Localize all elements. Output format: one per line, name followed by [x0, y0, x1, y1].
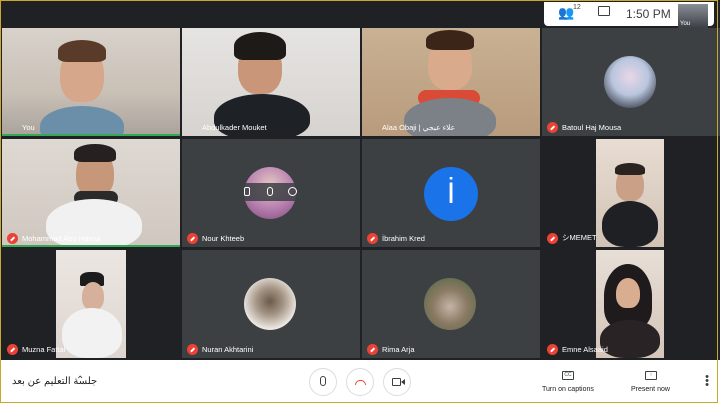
participants-count: 12: [573, 4, 581, 11]
person-hair: [426, 30, 474, 50]
participant-name: İbrahim Kred: [382, 234, 425, 243]
participant-name: Alaa Obaji | علاء عبجي: [382, 123, 456, 132]
captions-icon[interactable]: CC: [562, 371, 574, 380]
person-silhouette: [82, 282, 104, 310]
initial-avatar: İ: [424, 167, 478, 221]
mic-muted-icon: [547, 233, 558, 244]
camera-button[interactable]: [383, 368, 411, 396]
person-shirt: [62, 308, 122, 358]
self-label: You: [680, 21, 691, 27]
person-hair: [58, 40, 106, 62]
remove-icon[interactable]: [288, 187, 297, 196]
participant-tile[interactable]: You: [2, 28, 180, 136]
person-shirt: [600, 320, 660, 358]
audio-indicator: [7, 127, 19, 130]
chat-icon[interactable]: [598, 6, 610, 16]
participant-name: Rima Arja: [382, 345, 415, 354]
audio-indicator: [367, 127, 379, 130]
participant-name: Muzna Fattal: [22, 345, 66, 354]
camera-lens: [401, 379, 405, 385]
participant-tile[interactable]: シMEMET: [542, 139, 720, 247]
present-icon[interactable]: ↑: [645, 371, 657, 380]
person-silhouette: [616, 278, 640, 308]
participant-name: Batoul Haj Mousa: [562, 123, 622, 132]
participant-name: Nour Khteeb: [202, 234, 245, 243]
participant-tile[interactable]: Rima Arja: [362, 250, 540, 358]
mic-muted-icon: [187, 233, 198, 244]
participant-name: Abdulkader Mouket: [202, 123, 267, 132]
camera-icon: [392, 378, 401, 386]
profile-avatar: [604, 56, 656, 108]
avatar-initial: İ: [446, 177, 456, 210]
profile-avatar: [424, 278, 476, 330]
people-icon[interactable]: 👥: [558, 5, 574, 21]
end-call-icon: [355, 380, 366, 385]
pin-icon[interactable]: [244, 187, 250, 196]
participant-tile[interactable]: İ İbrahim Kred: [362, 139, 540, 247]
mic-button[interactable]: [309, 368, 337, 396]
person-hair: [74, 144, 116, 162]
captions-button[interactable]: Turn on captions: [542, 386, 594, 393]
speaking-indicator: [2, 245, 180, 247]
participant-name: Emne Alsaaid: [562, 345, 608, 354]
participant-tile[interactable]: Muzna Fattal: [2, 250, 180, 358]
mic-muted-icon: [7, 344, 18, 355]
person-hair: [234, 32, 286, 60]
top-controls: 👥 12 1:50 PM You: [544, 2, 714, 28]
participant-tile[interactable]: Nour Khteeb: [182, 139, 360, 247]
participant-tile[interactable]: Alaa Obaji | علاء عبجي: [362, 28, 540, 136]
mic-muted-icon: [547, 122, 558, 133]
bottom-bar: جلسة التعليم عن بعد ⌃ CC Turn on caption…: [0, 360, 720, 405]
speaking-indicator: [2, 134, 180, 136]
audio-indicator: [187, 127, 199, 130]
mic-muted-icon: [547, 344, 558, 355]
mic-muted-icon: [367, 233, 378, 244]
clock-time: 1:50 PM: [626, 7, 671, 21]
more-icon[interactable]: • • •: [705, 372, 709, 391]
participant-tile[interactable]: Batoul Haj Mousa: [542, 28, 720, 136]
end-call-button[interactable]: [346, 368, 374, 396]
person-shirt: [602, 201, 658, 247]
hover-controls: [238, 183, 304, 201]
participant-tile[interactable]: Emne Alsaaid: [542, 250, 720, 358]
participant-name: Nuran Akhtarini: [202, 345, 254, 354]
participant-tile[interactable]: Mohammad Abu Hasna: [2, 139, 180, 247]
person-hair: [615, 163, 645, 175]
mic-muted-icon: [7, 233, 18, 244]
profile-avatar: [244, 278, 296, 330]
mute-icon[interactable]: [267, 187, 273, 196]
meeting-details[interactable]: جلسة التعليم عن بعد: [12, 376, 97, 387]
chevron-up-icon[interactable]: ⌃: [76, 375, 84, 386]
participant-tile[interactable]: Abdulkader Mouket: [182, 28, 360, 136]
participant-name: シMEMET: [562, 233, 597, 242]
participant-name: You: [22, 123, 35, 132]
self-thumbnail[interactable]: You: [678, 4, 708, 28]
mic-muted-icon: [187, 344, 198, 355]
top-bar: 👥 12 1:50 PM You: [0, 0, 720, 28]
participant-name: Mohammad Abu Hasna: [22, 234, 101, 243]
participant-tile[interactable]: Nuran Akhtarini: [182, 250, 360, 358]
present-button[interactable]: Present now: [631, 386, 670, 393]
mic-icon: [320, 376, 326, 386]
mic-muted-icon: [367, 344, 378, 355]
